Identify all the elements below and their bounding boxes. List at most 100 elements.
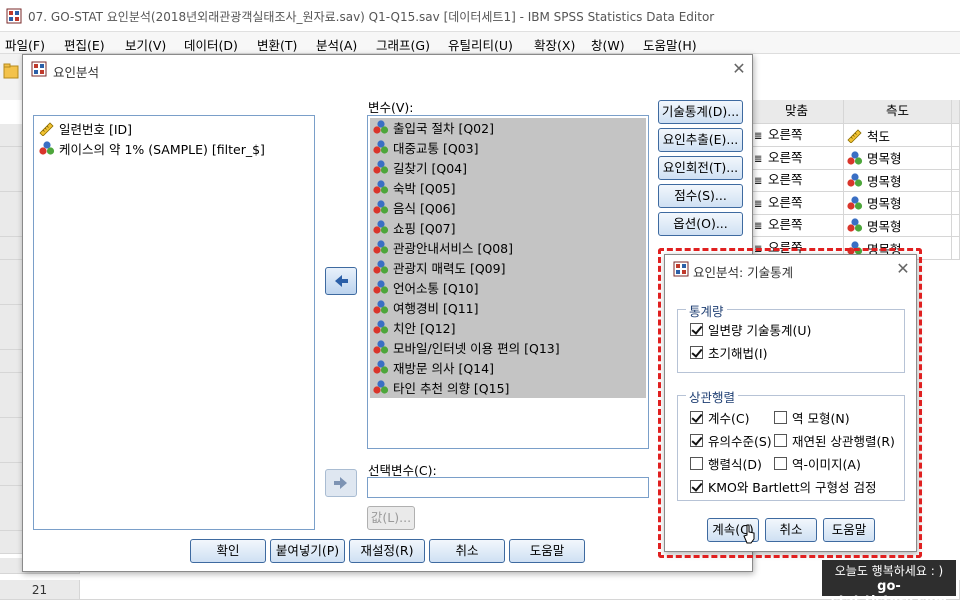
align-value: 오른쪽 (768, 194, 803, 210)
nominal-icon (372, 199, 390, 215)
extraction-button[interactable]: 요인추출(E)... (658, 128, 743, 152)
measure-value: 명목형 (867, 151, 902, 167)
menu-file[interactable]: 파일(F) (5, 35, 45, 54)
align-value: 오른쪽 (768, 172, 803, 188)
row-number[interactable]: 21 (0, 580, 80, 600)
source-variable-item[interactable]: 일련번호 [ID] (38, 118, 132, 138)
variable-item[interactable]: 음식 [Q06] (372, 197, 455, 217)
variables-list[interactable]: 출입국 절차 [Q02] 대중교통 [Q03] 길찾기 [Q04] 숙박 [Q05] 음… (367, 115, 649, 449)
variables-label: 변수(V): (368, 100, 414, 115)
measure-cell[interactable]: 명목형 (844, 214, 952, 238)
open-file-icon[interactable] (3, 62, 19, 82)
variable-item[interactable]: 언어소통 [Q10] (372, 277, 478, 297)
align-right-icon: ≣ (754, 176, 763, 188)
measure-value: 명목형 (867, 173, 902, 189)
list-item-label: 재방문 의사 [Q14] (393, 360, 494, 376)
role-cell[interactable] (952, 191, 960, 215)
menu-extensions[interactable]: 확장(X) (534, 35, 575, 54)
nominal-icon (372, 219, 390, 235)
source-variable-item[interactable]: 케이스의 약 1% (SAMPLE) [filter_$] (38, 138, 265, 158)
nominal-icon (38, 140, 56, 156)
col-header-role[interactable] (952, 100, 960, 124)
menu-view[interactable]: 보기(V) (125, 35, 166, 54)
list-item-label: 음식 [Q06] (393, 200, 456, 216)
align-right-icon: ≣ (754, 153, 763, 165)
variable-item[interactable]: 쇼핑 [Q07] (372, 217, 455, 237)
menu-window[interactable]: 창(W) (591, 35, 625, 54)
role-cell[interactable] (952, 214, 960, 238)
menu-analyze[interactable]: 분석(A) (316, 35, 357, 54)
cancel-button[interactable]: 취소 (429, 539, 505, 563)
measure-cell[interactable]: 명목형 (844, 191, 952, 215)
list-item-label: 케이스의 약 1% (SAMPLE) [filter_$] (59, 141, 265, 157)
help-button[interactable]: 도움말 (509, 539, 585, 563)
variable-item[interactable]: 출입국 절차 [Q02] (372, 117, 494, 137)
variable-item[interactable]: 길찾기 [Q04] (372, 157, 467, 177)
measure-cell[interactable]: 명목형 (844, 169, 952, 193)
align-cell[interactable]: ≣ 오른쪽 (750, 191, 844, 215)
highlight-frame (658, 248, 922, 558)
descriptives-button[interactable]: 기술통계(D)... (658, 100, 743, 124)
dialog-title: 요인분석 (53, 65, 100, 80)
nominal-icon (372, 379, 390, 395)
list-item-label: 관광안내서비스 [Q08] (393, 240, 513, 256)
measure-value: 명목형 (867, 196, 902, 212)
col-header-align[interactable]: 맞춤 (750, 100, 844, 124)
value-button[interactable]: 값(L)... (367, 506, 415, 530)
variable-item[interactable]: 재방문 의사 [Q14] (372, 357, 494, 377)
align-cell[interactable]: ≣ 오른쪽 (750, 146, 844, 170)
role-cell[interactable] (952, 237, 960, 260)
nominal-icon (372, 159, 390, 175)
measure-cell[interactable]: 척도 (844, 124, 952, 147)
menu-help[interactable]: 도움말(H) (643, 35, 697, 54)
watermark-line2: go-stat.tistory.com (831, 579, 947, 600)
menu-transform[interactable]: 변환(T) (257, 35, 297, 54)
nominal-icon (372, 359, 390, 375)
reset-button[interactable]: 재설정(R) (349, 539, 425, 563)
list-item-label: 모바일/인터넷 이용 편의 [Q13] (393, 340, 560, 356)
list-item-label: 대중교통 [Q03] (393, 140, 479, 156)
menu-graphs[interactable]: 그래프(G) (376, 35, 430, 54)
options-button[interactable]: 옵션(O)... (658, 212, 743, 236)
variable-item[interactable]: 모바일/인터넷 이용 편의 [Q13] (372, 337, 560, 357)
variable-item[interactable]: 치안 [Q12] (372, 317, 455, 337)
menu-utilities[interactable]: 유틸리티(U) (448, 35, 513, 54)
selection-variable-field[interactable] (367, 477, 649, 498)
col-header-measure[interactable]: 측도 (844, 100, 952, 124)
rotation-button[interactable]: 요인회전(T)... (658, 156, 743, 180)
move-to-variables-button[interactable] (325, 267, 357, 295)
list-item-label: 관광지 매력도 [Q09] (393, 260, 506, 276)
nominal-icon (372, 179, 390, 195)
nominal-icon (372, 279, 390, 295)
measure-cell[interactable]: 명목형 (844, 146, 952, 170)
nominal-icon (846, 217, 864, 233)
role-cell[interactable] (952, 169, 960, 193)
align-right-icon: ≣ (754, 198, 763, 210)
variable-item[interactable]: 여행경비 [Q11] (372, 297, 478, 317)
variable-item[interactable]: 대중교통 [Q03] (372, 137, 478, 157)
nominal-icon (846, 195, 864, 211)
measure-value: 척도 (867, 128, 891, 144)
align-cell[interactable]: ≣ 오른쪽 (750, 169, 844, 193)
variable-item[interactable]: 타인 추천 의향 [Q15] (372, 377, 509, 397)
align-right-icon: ≣ (754, 221, 763, 233)
role-cell[interactable] (952, 124, 960, 147)
watermark-line1: 오늘도 행복하세요 : ) (834, 564, 944, 578)
variable-item[interactable]: 관광지 매력도 [Q09] (372, 257, 505, 277)
align-cell[interactable]: ≣ 오른쪽 (750, 124, 844, 147)
close-icon[interactable]: ✕ (731, 61, 747, 77)
move-to-selection-button[interactable] (325, 469, 357, 497)
variable-item[interactable]: 관광안내서비스 [Q08] (372, 237, 513, 257)
align-cell[interactable]: ≣ 오른쪽 (750, 214, 844, 238)
paste-button[interactable]: 붙여넣기(P) (270, 539, 345, 563)
menu-data[interactable]: 데이터(D) (184, 35, 238, 54)
factor-analysis-dialog: 요인분석 ✕ 일련번호 [ID] 케이스의 약 1% (SAMPLE) [filt… (22, 54, 753, 572)
variable-item[interactable]: 숙박 [Q05] (372, 177, 455, 197)
source-variable-list[interactable]: 일련번호 [ID] 케이스의 약 1% (SAMPLE) [filter_$] (33, 115, 315, 530)
role-cell[interactable] (952, 146, 960, 170)
menu-edit[interactable]: 편집(E) (64, 35, 105, 54)
scores-button[interactable]: 점수(S)... (658, 184, 743, 208)
ruler-icon (38, 120, 56, 136)
ok-button[interactable]: 확인 (190, 539, 266, 563)
list-item-label: 타인 추천 의향 [Q15] (393, 380, 510, 396)
